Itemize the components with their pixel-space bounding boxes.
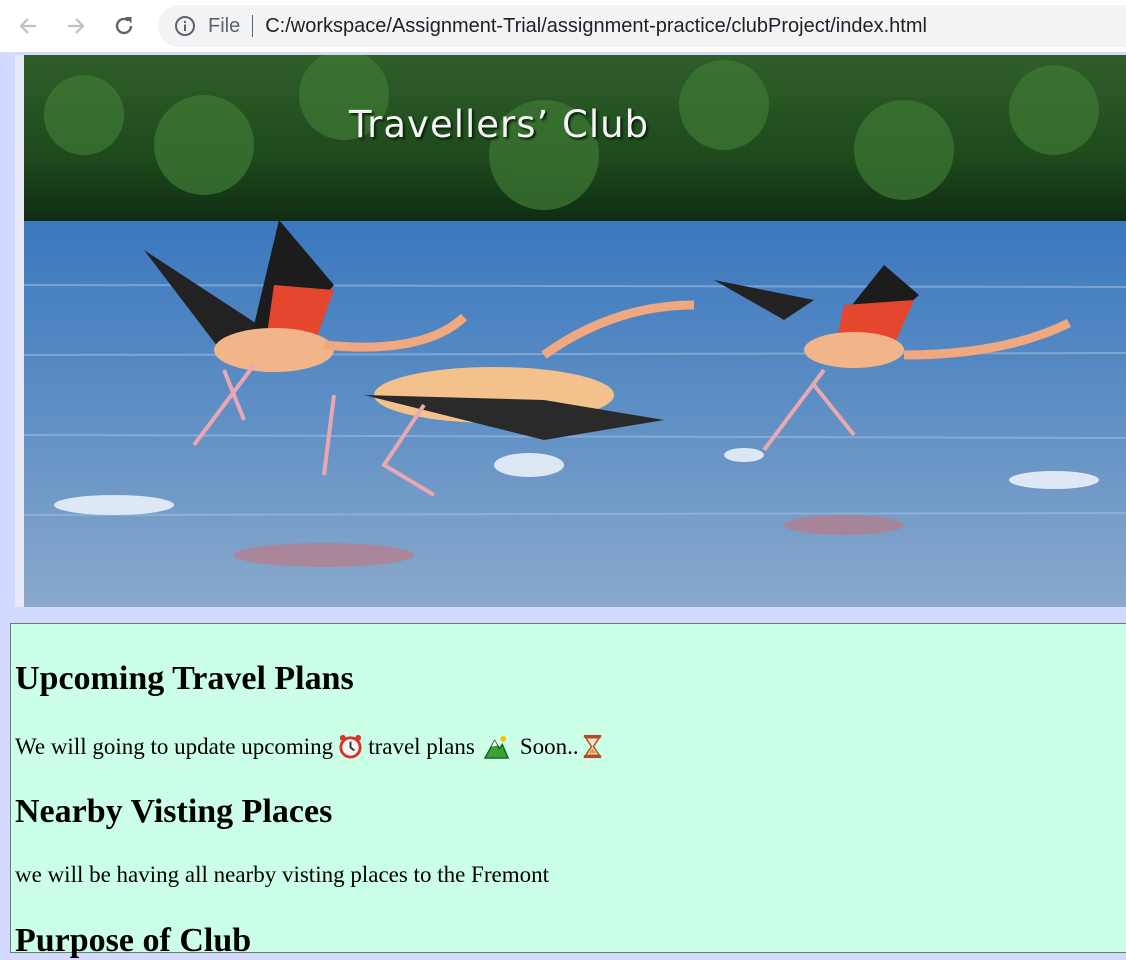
nearby-text: we will be having all nearby visting pla…	[15, 862, 549, 887]
back-icon	[19, 18, 36, 34]
hourglass-icon	[583, 734, 601, 759]
mountain-icon	[483, 735, 510, 759]
url-text[interactable]: C:/workspace/Assignment-Trial/assignment…	[265, 15, 927, 38]
forward-button[interactable]	[60, 8, 92, 44]
address-bar[interactable]: File C:/workspace/Assignment-Trial/assig…	[158, 5, 1126, 47]
forward-icon	[68, 18, 85, 34]
back-button[interactable]	[12, 8, 44, 44]
address-divider	[252, 15, 254, 37]
section-heading-purpose: Purpose of Club	[15, 922, 252, 959]
section-heading-nearby: Nearby Visting Places	[15, 793, 333, 830]
content-section: Upcoming Travel Plans We will going to u…	[10, 623, 1126, 959]
banner-title: Travellers’ Club	[349, 103, 650, 146]
reload-button[interactable]	[108, 8, 140, 44]
info-icon[interactable]	[174, 15, 196, 37]
section-heading-upcoming: Upcoming Travel Plans	[15, 660, 354, 697]
upcoming-text-part-1: We will going to update upcoming	[15, 733, 334, 759]
reload-icon	[115, 17, 133, 35]
upcoming-text-part-2: travel plans	[368, 733, 475, 759]
alarm-clock-icon	[339, 734, 362, 759]
banner-image: Travellers’ Club	[15, 55, 1126, 607]
scheme-label: File	[208, 14, 241, 37]
browser-toolbar: File C:/workspace/Assignment-Trial/assig…	[0, 0, 1126, 53]
upcoming-text: We will going to update upcoming travel …	[15, 733, 610, 760]
upcoming-text-part-3: Soon..	[519, 733, 579, 759]
